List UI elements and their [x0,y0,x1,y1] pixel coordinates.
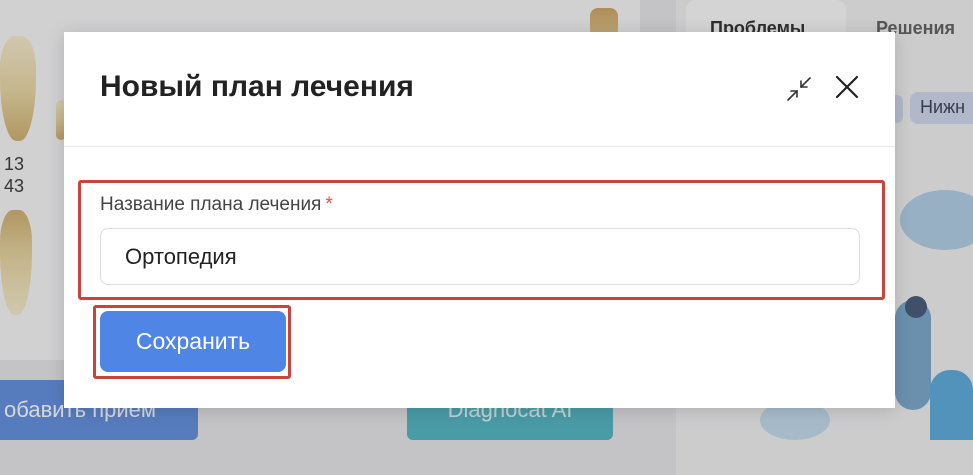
collapse-arrows-icon[interactable] [784,74,814,104]
close-icon[interactable] [832,72,862,102]
dialog-header: Новый план лечения [64,32,895,147]
plan-name-input[interactable] [100,228,860,285]
plan-name-label: Название плана лечения * [100,194,333,216]
required-mark: * [325,194,333,215]
save-button[interactable]: Сохранить [100,311,286,372]
dialog-title: Новый план лечения [100,70,414,103]
plan-name-label-text: Название плана лечения [100,194,322,215]
